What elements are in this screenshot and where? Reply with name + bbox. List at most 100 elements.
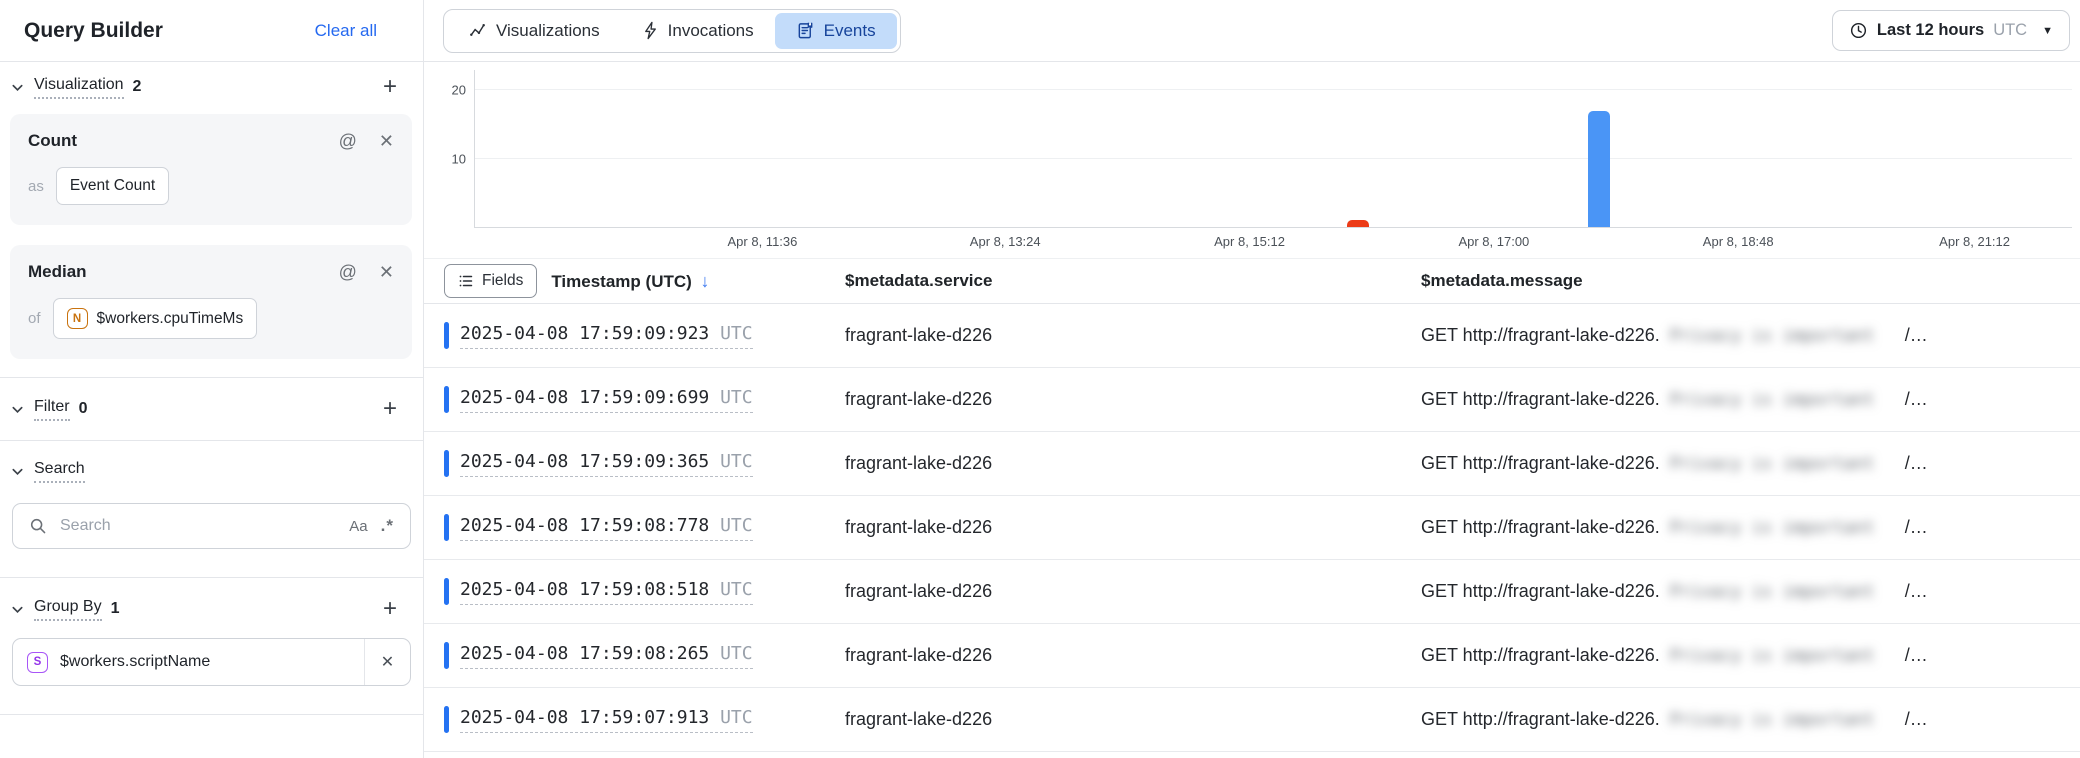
regex-icon[interactable]: .* (381, 516, 394, 536)
column-label: Timestamp (551, 272, 640, 291)
tab-events[interactable]: Events (775, 13, 897, 49)
timestamp-link[interactable]: 2025-04-08 17:59:08:518 UTC (460, 579, 753, 605)
remove-group-by-button[interactable]: ✕ (364, 639, 410, 685)
event-indicator-bar (444, 642, 449, 669)
timestamp-timezone: UTC (720, 451, 753, 472)
timestamp-link[interactable]: 2025-04-08 17:59:09:923 UTC (460, 323, 753, 349)
event-indicator-bar (444, 706, 449, 733)
table-row[interactable]: 2025-04-08 17:59:08:778 UTC fragrant-lak… (424, 496, 2080, 560)
field-chip[interactable]: N $workers.cpuTimeMs (53, 298, 258, 339)
column-header-service: $metadata.service (845, 271, 1421, 291)
timestamp-value: 2025-04-08 17:59:09:923 (460, 323, 709, 344)
table-row[interactable]: 2025-04-08 17:59:09:923 UTC fragrant-lak… (424, 304, 2080, 368)
service-cell: fragrant-lake-d226 (845, 581, 1421, 602)
field-chip-label: $workers.cpuTimeMs (97, 310, 244, 328)
at-mention-icon[interactable]: @ (339, 132, 357, 150)
visualization-section-header: Visualization 2 + (0, 62, 423, 112)
alias-chip[interactable]: Event Count (56, 167, 169, 205)
timestamp-value: 2025-04-08 17:59:08:518 (460, 579, 709, 600)
time-range-dropdown[interactable]: Last 12 hours UTC ▼ (1832, 10, 2070, 51)
string-type-icon: S (27, 652, 48, 673)
event-count-chart: 1020Apr 8, 11:36Apr 8, 13:24Apr 8, 15:12… (424, 62, 2080, 258)
panel-title: Query Builder (24, 19, 163, 43)
search-input[interactable] (60, 517, 336, 535)
service-cell: fragrant-lake-d226 (845, 325, 1421, 346)
table-row[interactable]: 2025-04-08 17:59:09:699 UTC fragrant-lak… (424, 368, 2080, 432)
table-row[interactable]: 2025-04-08 17:59:08:265 UTC fragrant-lak… (424, 624, 2080, 688)
timestamp-value: 2025-04-08 17:59:09:365 (460, 451, 709, 472)
chevron-down-icon[interactable] (10, 80, 25, 95)
timestamp-timezone: UTC (720, 579, 753, 600)
tab-invocations[interactable]: Invocations (621, 13, 775, 49)
chart-line-icon (468, 21, 487, 40)
filter-count: 0 (79, 400, 88, 418)
chart-bar[interactable] (1347, 220, 1369, 227)
chevron-down-icon[interactable] (10, 602, 25, 617)
message-redacted-blur: Privacy is important (1670, 326, 1895, 346)
x-axis-tick-label: Apr 8, 15:12 (1214, 234, 1285, 249)
message-prefix: GET http://fragrant-lake-d226. (1421, 325, 1660, 346)
chevron-down-icon[interactable] (10, 402, 25, 417)
close-icon[interactable]: ✕ (379, 132, 394, 150)
column-header-timestamp[interactable]: Timestamp (UTC) ↓ (551, 271, 709, 292)
visualization-card-median: Median @ ✕ of N $workers.cpuTimeMs (10, 245, 412, 359)
service-cell: fragrant-lake-d226 (845, 389, 1421, 410)
alias-chip-label: Event Count (70, 177, 155, 195)
query-builder-header: Query Builder Clear all (0, 0, 423, 62)
group-by-chip[interactable]: S $workers.scriptName ✕ (12, 638, 411, 686)
group-by-chip-label: $workers.scriptName (60, 653, 352, 671)
table-header: Fields Timestamp (UTC) ↓ $metadata.servi… (424, 258, 2080, 304)
timestamp-link[interactable]: 2025-04-08 17:59:08:265 UTC (460, 643, 753, 669)
add-visualization-button[interactable]: + (383, 75, 397, 99)
tab-label: Invocations (668, 21, 754, 41)
chart-bar[interactable] (1588, 111, 1610, 227)
visualization-card-count: Count @ ✕ as Event Count (10, 114, 412, 225)
tab-label: Events (824, 21, 876, 41)
message-redacted-blur: Privacy is important (1670, 646, 1895, 666)
add-group-by-button[interactable]: + (383, 597, 397, 621)
message-cell: GET http://fragrant-lake-d226. Privacy i… (1421, 453, 2080, 474)
timestamp-value: 2025-04-08 17:59:09:699 (460, 387, 709, 408)
timestamp-value: 2025-04-08 17:59:07:913 (460, 707, 709, 728)
close-icon[interactable]: ✕ (379, 263, 394, 281)
message-cell: GET http://fragrant-lake-d226. Privacy i… (1421, 389, 2080, 410)
timestamp-link[interactable]: 2025-04-08 17:59:08:778 UTC (460, 515, 753, 541)
add-filter-button[interactable]: + (383, 397, 397, 421)
x-axis-tick-label: Apr 8, 11:36 (728, 234, 798, 249)
table-row[interactable]: 2025-04-08 17:59:08:518 UTC fragrant-lak… (424, 560, 2080, 624)
message-suffix: /… (1905, 517, 1928, 538)
match-case-icon[interactable]: Aa (349, 518, 367, 535)
tab-label: Visualizations (496, 21, 600, 41)
time-range-label: Last 12 hours (1877, 21, 1984, 40)
filter-section-header: Filter 0 + (0, 384, 423, 434)
table-row[interactable]: 2025-04-08 17:59:09:365 UTC fragrant-lak… (424, 432, 2080, 496)
timestamp-link[interactable]: 2025-04-08 17:59:09:365 UTC (460, 451, 753, 477)
clock-icon (1849, 21, 1868, 40)
timestamp-value: 2025-04-08 17:59:08:265 (460, 643, 709, 664)
group-by-section-label: Group By (34, 598, 102, 621)
message-cell: GET http://fragrant-lake-d226. Privacy i… (1421, 517, 2080, 538)
message-prefix: GET http://fragrant-lake-d226. (1421, 709, 1660, 730)
fields-button[interactable]: Fields (444, 264, 537, 298)
search-section-label: Search (34, 460, 85, 483)
sort-desc-icon[interactable]: ↓ (701, 271, 710, 291)
message-suffix: /… (1905, 325, 1928, 346)
results-toolbar: Visualizations Invocations Events Last 1… (424, 0, 2080, 62)
tab-visualizations[interactable]: Visualizations (447, 13, 621, 49)
visualization-count: 2 (133, 78, 142, 96)
card-title: Median (28, 262, 87, 282)
message-cell: GET http://fragrant-lake-d226. Privacy i… (1421, 709, 2080, 730)
x-axis-tick-label: Apr 8, 18:48 (1703, 234, 1774, 249)
service-cell: fragrant-lake-d226 (845, 645, 1421, 666)
event-indicator-bar (444, 514, 449, 541)
clear-all-button[interactable]: Clear all (315, 21, 377, 41)
message-prefix: GET http://fragrant-lake-d226. (1421, 581, 1660, 602)
timestamp-link[interactable]: 2025-04-08 17:59:07:913 UTC (460, 707, 753, 733)
message-suffix: /… (1905, 389, 1928, 410)
search-section-header: Search (0, 447, 423, 495)
timestamp-link[interactable]: 2025-04-08 17:59:09:699 UTC (460, 387, 753, 413)
chevron-down-icon[interactable] (10, 464, 25, 479)
lightning-icon (642, 21, 659, 40)
table-row[interactable]: 2025-04-08 17:59:07:913 UTC fragrant-lak… (424, 688, 2080, 752)
at-mention-icon[interactable]: @ (339, 263, 357, 281)
